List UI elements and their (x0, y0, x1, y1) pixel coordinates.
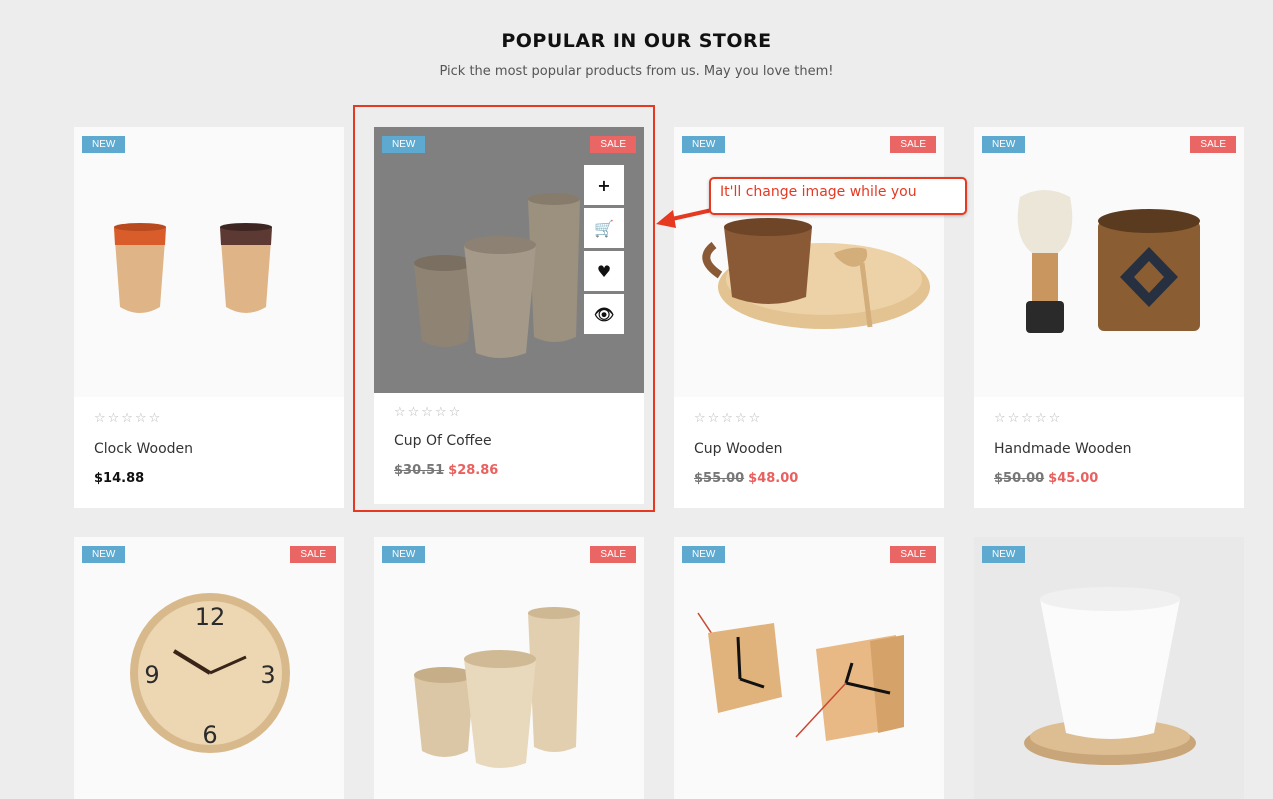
product-name[interactable]: Cup Wooden (694, 441, 783, 457)
product-card-wall-clock[interactable]: 12 3 6 9 NEW SALE (74, 537, 344, 799)
product-card-handmade-wooden[interactable]: NEW SALE ☆☆☆☆☆ Handmade Wooden $50.00 $45… (974, 127, 1244, 508)
product-image[interactable] (974, 127, 1244, 397)
new-badge: NEW (982, 546, 1026, 563)
sale-badge: SALE (890, 546, 936, 563)
sale-badge: SALE (590, 546, 636, 563)
product-image[interactable] (74, 127, 344, 397)
product-card-block-clocks[interactable]: NEW SALE (674, 537, 944, 799)
sale-price: $45.00 (1048, 471, 1099, 486)
product-image[interactable] (974, 537, 1244, 799)
highlight-box (353, 105, 655, 512)
product-image[interactable] (374, 537, 644, 799)
new-badge: NEW (982, 136, 1026, 153)
rating-stars: ☆☆☆☆☆ (94, 411, 163, 426)
product-name[interactable]: Handmade Wooden (994, 441, 1132, 457)
product-info: ☆☆☆☆☆ Handmade Wooden $50.00 $45.00 (974, 397, 1244, 508)
rating-stars: ☆☆☆☆☆ (994, 411, 1063, 426)
sale-badge: SALE (890, 136, 936, 153)
rating-stars: ☆☆☆☆☆ (694, 411, 763, 426)
product-card-wooden-cups[interactable]: NEW SALE (374, 537, 644, 799)
new-badge: NEW (82, 546, 126, 563)
product-image[interactable] (674, 127, 944, 397)
section-subtitle: Pick the most popular products from us. … (439, 64, 834, 79)
product-info: ☆☆☆☆☆ Clock Wooden $14.88 (74, 397, 344, 508)
product-price: $55.00 $48.00 (694, 471, 798, 486)
product-card-clock-wooden[interactable]: NEW ☆☆☆☆☆ Clock Wooden $14.88 (74, 127, 344, 508)
svg-text:9: 9 (144, 661, 159, 689)
product-price: $14.88 (94, 471, 144, 486)
svg-text:3: 3 (260, 661, 275, 689)
annotation-callout: It'll change image while you (709, 177, 967, 215)
product-price: $50.00 $45.00 (994, 471, 1098, 486)
old-price: $50.00 (994, 471, 1045, 486)
section-title: POPULAR IN OUR STORE (501, 30, 772, 52)
regular-price: $14.88 (94, 471, 145, 486)
product-name[interactable]: Clock Wooden (94, 441, 193, 457)
new-badge: NEW (82, 136, 126, 153)
product-info: ☆☆☆☆☆ Cup Wooden $55.00 $48.00 (674, 397, 944, 508)
product-image[interactable]: 12 3 6 9 (74, 537, 344, 799)
product-card-ceramic-cup[interactable]: NEW (974, 537, 1244, 799)
new-badge: NEW (682, 136, 726, 153)
sale-badge: SALE (290, 546, 336, 563)
new-badge: NEW (382, 546, 426, 563)
sale-price: $48.00 (748, 471, 799, 486)
product-image[interactable] (674, 537, 944, 799)
svg-text:12: 12 (195, 603, 226, 631)
old-price: $55.00 (694, 471, 745, 486)
sale-badge: SALE (1190, 136, 1236, 153)
new-badge: NEW (682, 546, 726, 563)
svg-text:6: 6 (202, 721, 217, 749)
